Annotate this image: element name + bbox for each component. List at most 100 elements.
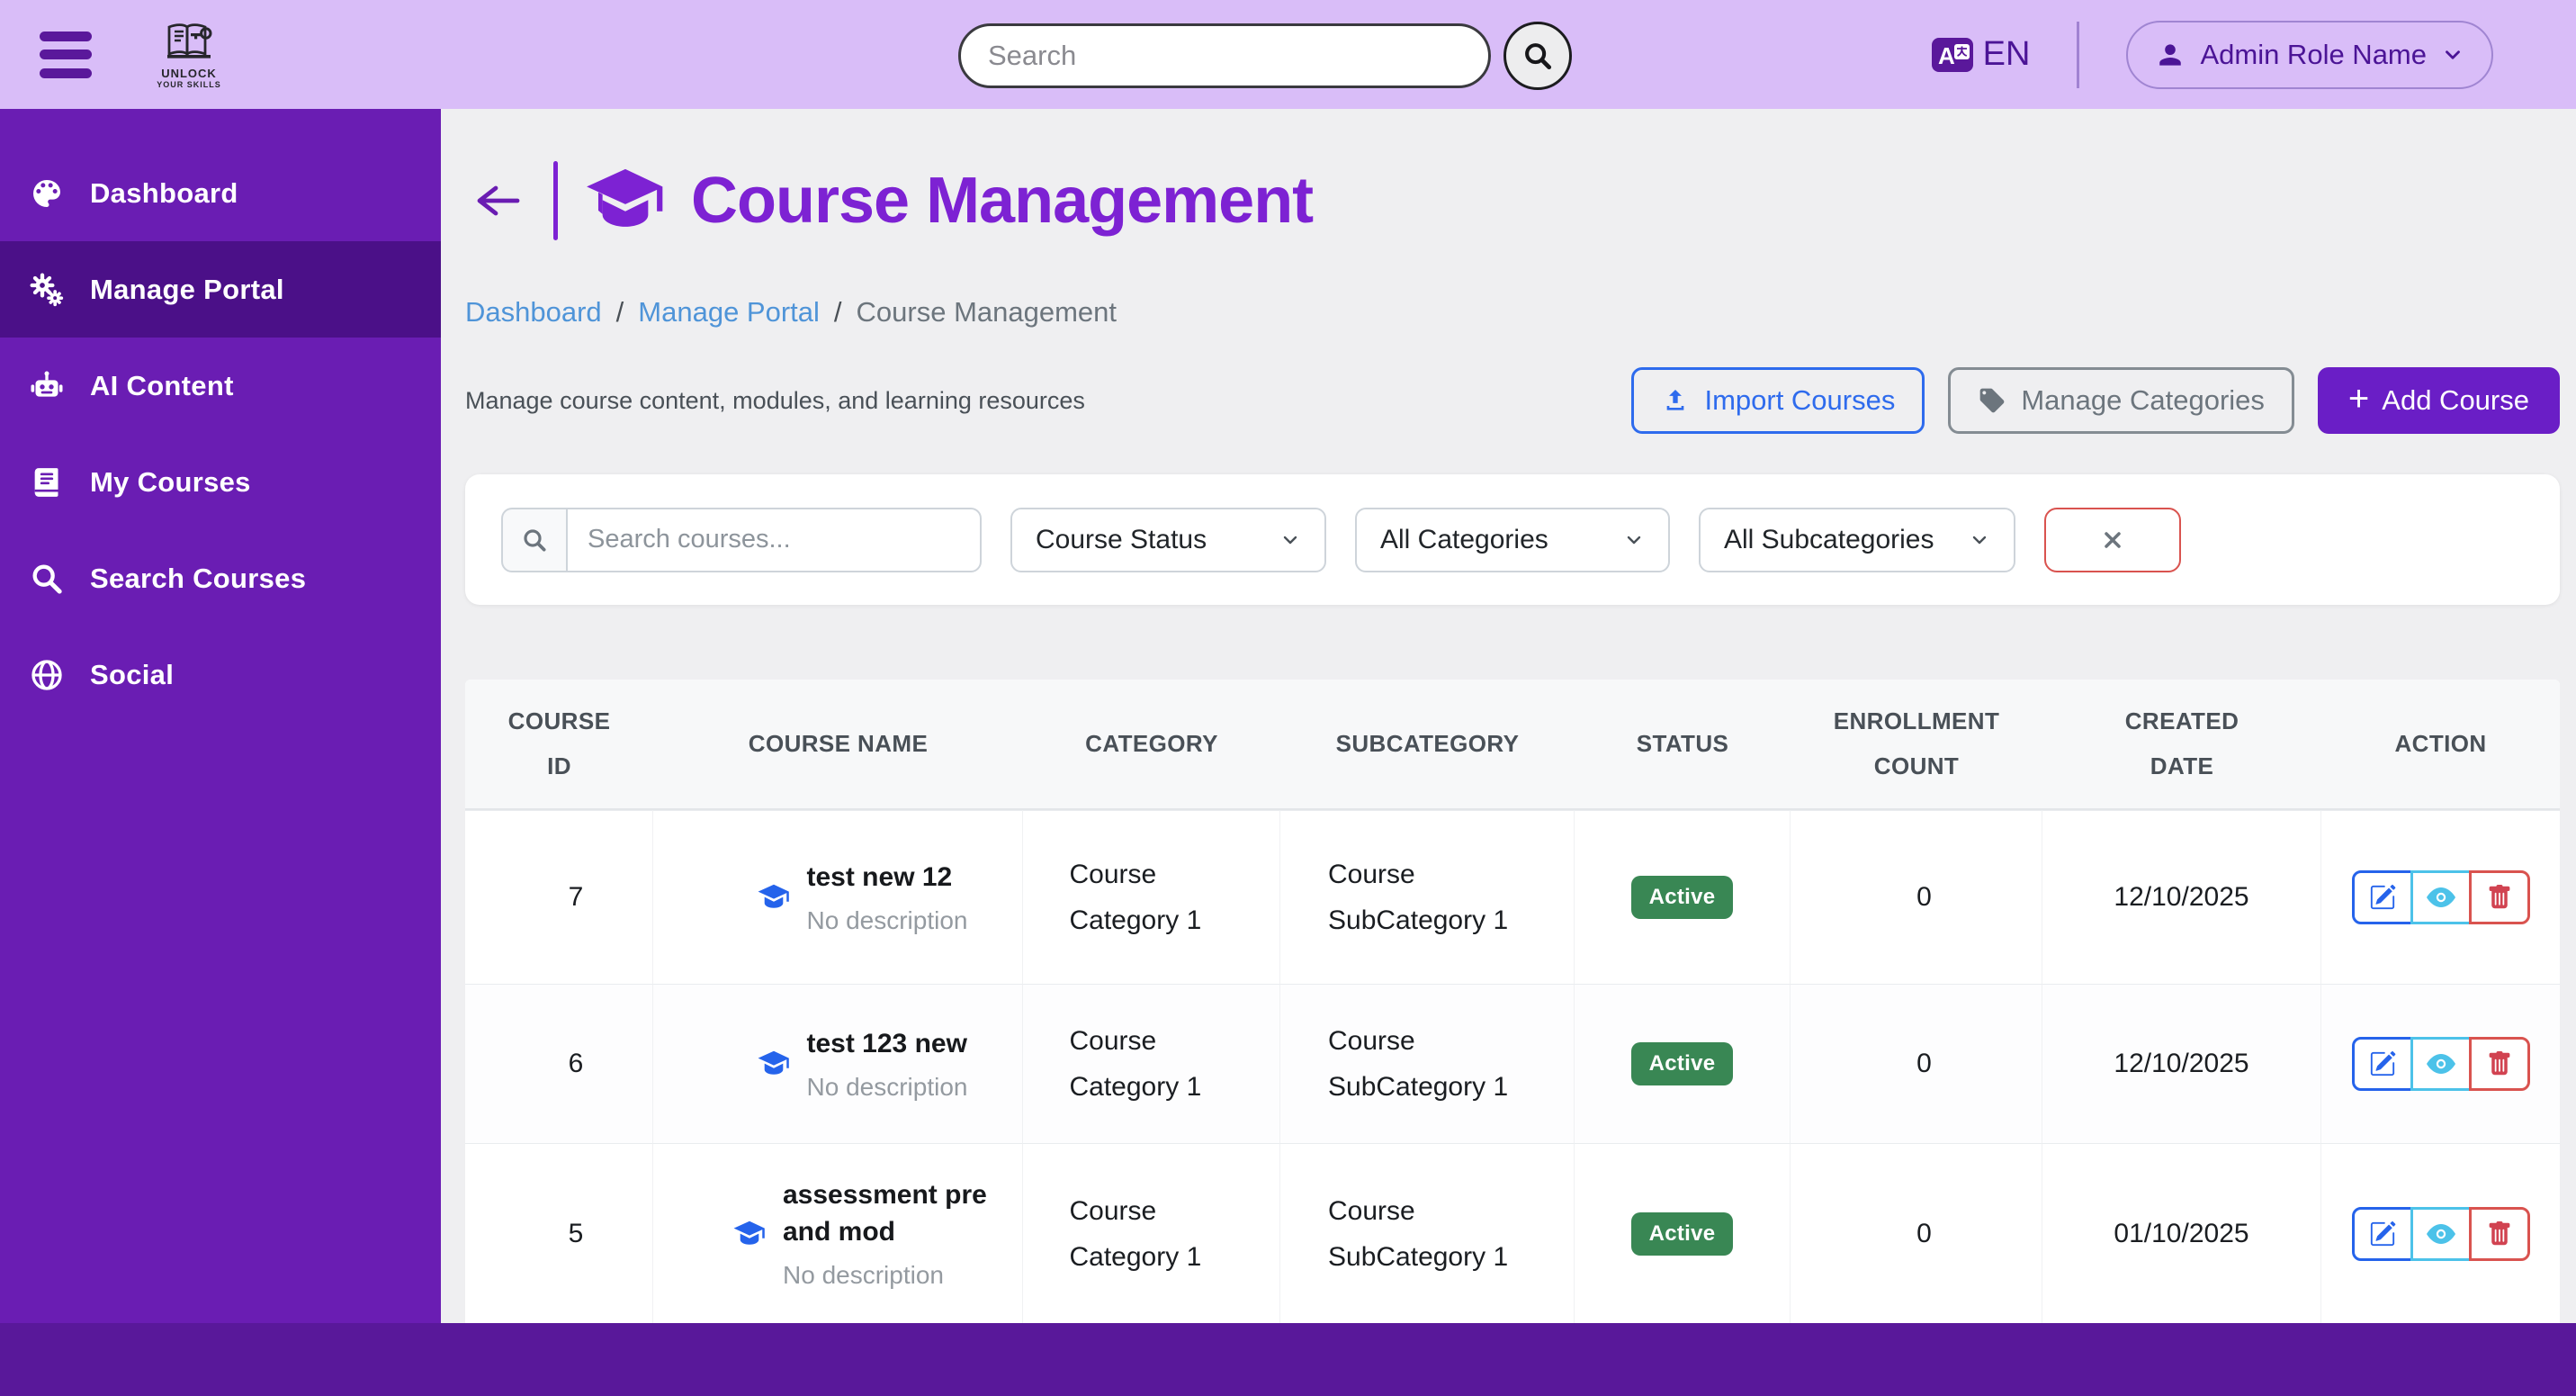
book-icon: [29, 464, 65, 500]
delete-button[interactable]: [2469, 1207, 2530, 1261]
delete-button[interactable]: [2469, 1037, 2530, 1091]
category-cell: Course Category 1: [1023, 1143, 1280, 1323]
upload-icon: [1661, 386, 1690, 415]
view-button[interactable]: [2410, 870, 2472, 924]
header-right-controls: A EN Admin Role Name: [1931, 21, 2493, 89]
status-cell: Active: [1575, 810, 1791, 984]
search-icon: [501, 508, 566, 572]
course-name-cell: test new 12 No description: [653, 810, 1023, 984]
logo-book-key-icon: [164, 20, 214, 65]
page-title-row: Course Management: [465, 158, 2560, 244]
category-cell: Course Category 1: [1023, 984, 1280, 1143]
chevron-down-icon: [1969, 529, 1990, 551]
subcategory-cell: Course SubCategory 1: [1280, 1143, 1575, 1323]
graduation-cap-icon: [732, 1220, 767, 1248]
view-button[interactable]: [2410, 1037, 2472, 1091]
sidebar-item-search-courses[interactable]: Search Courses: [0, 530, 441, 626]
delete-button[interactable]: [2469, 870, 2530, 924]
add-course-label: Add Course: [2382, 384, 2529, 417]
status-cell: Active: [1575, 1143, 1791, 1323]
course-description: No description: [807, 906, 968, 935]
global-search-input[interactable]: [958, 23, 1491, 88]
view-button[interactable]: [2410, 1207, 2472, 1261]
created-date-cell: 12/10/2025: [2042, 810, 2321, 984]
column-header-action: ACTION: [2321, 680, 2560, 808]
course-name: assessment pre and mod: [783, 1177, 992, 1250]
tag-icon: [1978, 386, 2006, 415]
graduation-cap-icon: [757, 1049, 791, 1078]
main-content: Course Management Dashboard / Manage Por…: [441, 109, 2576, 1323]
sidebar-item-manage-portal[interactable]: Manage Portal: [0, 241, 441, 338]
gears-icon: [29, 272, 65, 308]
sidebar-item-my-courses[interactable]: My Courses: [0, 434, 441, 530]
courses-table: COURSE ID COURSE NAME CATEGORY SUBCATEGO…: [465, 680, 2560, 1323]
close-icon: [2100, 527, 2125, 553]
profile-menu[interactable]: Admin Role Name: [2126, 21, 2493, 89]
page-title: Course Management: [691, 164, 1313, 238]
manage-categories-label: Manage Categories: [2021, 384, 2265, 417]
subcategory-cell: Course SubCategory 1: [1280, 810, 1575, 984]
course-search-input[interactable]: [566, 508, 982, 572]
course-search: [501, 508, 982, 572]
course-name-cell: assessment pre and mod No description: [653, 1143, 1023, 1323]
course-status-dropdown[interactable]: Course Status: [1010, 508, 1326, 572]
action-cell: [2321, 1143, 2560, 1323]
enrollment-count-cell: 0: [1791, 810, 2042, 984]
hamburger-menu-icon[interactable]: [40, 32, 92, 78]
graduation-cap-icon: [757, 883, 791, 912]
edit-button[interactable]: [2352, 1037, 2413, 1091]
subcategory-dropdown[interactable]: All Subcategories: [1699, 508, 2015, 572]
chevron-down-icon: [1623, 529, 1645, 551]
column-header-subcategory: SUBCATEGORY: [1280, 680, 1575, 808]
page-action-buttons: Import Courses Manage Categories + Add C…: [1631, 367, 2560, 434]
sidebar-item-dashboard[interactable]: Dashboard: [0, 145, 441, 241]
edit-button[interactable]: [2352, 870, 2413, 924]
plus-icon: +: [2348, 381, 2369, 417]
add-course-button[interactable]: + Add Course: [2318, 367, 2560, 434]
back-arrow-icon[interactable]: [474, 183, 521, 219]
breadcrumb-dashboard[interactable]: Dashboard: [465, 296, 602, 329]
import-courses-button[interactable]: Import Courses: [1631, 367, 1925, 434]
chevron-down-icon: [2441, 43, 2464, 67]
column-header-enrollment-count: ENROLLMENT COUNT: [1791, 680, 2042, 808]
profile-name: Admin Role Name: [2200, 39, 2427, 71]
action-cell: [2321, 984, 2560, 1143]
action-cell: [2321, 810, 2560, 984]
sidebar-item-social[interactable]: Social: [0, 626, 441, 723]
column-header-course-id: COURSE ID: [465, 680, 653, 808]
column-header-category: CATEGORY: [1023, 680, 1280, 808]
clear-filters-button[interactable]: [2044, 508, 2181, 572]
course-name: test 123 new: [807, 1026, 968, 1063]
category-cell: Course Category 1: [1023, 810, 1280, 984]
column-header-status: STATUS: [1575, 680, 1791, 808]
manage-categories-button[interactable]: Manage Categories: [1948, 367, 2294, 434]
filter-bar: Course Status All Categories All Subcate…: [465, 474, 2560, 605]
sidebar-item-ai-content[interactable]: AI Content: [0, 338, 441, 434]
status-badge: Active: [1631, 876, 1734, 919]
page-description: Manage course content, modules, and lear…: [465, 387, 1085, 415]
sidebar-item-label: My Courses: [90, 466, 251, 499]
status-badge: Active: [1631, 1212, 1734, 1256]
sidebar-item-label: Search Courses: [90, 563, 306, 595]
user-icon: [2155, 40, 2186, 70]
table-row: 5 assessment pre and mod No description …: [465, 1143, 2560, 1323]
column-header-created-date: CREATED DATE: [2042, 680, 2321, 808]
course-id-cell: 5: [465, 1143, 653, 1323]
column-header-course-name: COURSE NAME: [653, 680, 1023, 808]
sidebar-item-label: Dashboard: [90, 177, 238, 210]
app-logo[interactable]: UNLOCK YOUR SKILLS: [135, 20, 243, 89]
breadcrumb: Dashboard / Manage Portal / Course Manag…: [465, 296, 2560, 329]
sidebar-item-label: Social: [90, 659, 174, 691]
category-dropdown[interactable]: All Categories: [1355, 508, 1670, 572]
language-switcher[interactable]: A EN: [1931, 35, 2031, 74]
global-search-button[interactable]: [1503, 22, 1572, 90]
breadcrumb-current: Course Management: [857, 296, 1117, 329]
robot-icon: [29, 368, 65, 404]
breadcrumb-separator: /: [616, 296, 624, 329]
edit-button[interactable]: [2352, 1207, 2413, 1261]
course-id-cell: 7: [465, 810, 653, 984]
breadcrumb-separator: /: [834, 296, 842, 329]
breadcrumb-manage-portal[interactable]: Manage Portal: [638, 296, 820, 329]
course-name-cell: test 123 new No description: [653, 984, 1023, 1143]
table-row: 7 test new 12 No description Course Cate…: [465, 810, 2560, 984]
